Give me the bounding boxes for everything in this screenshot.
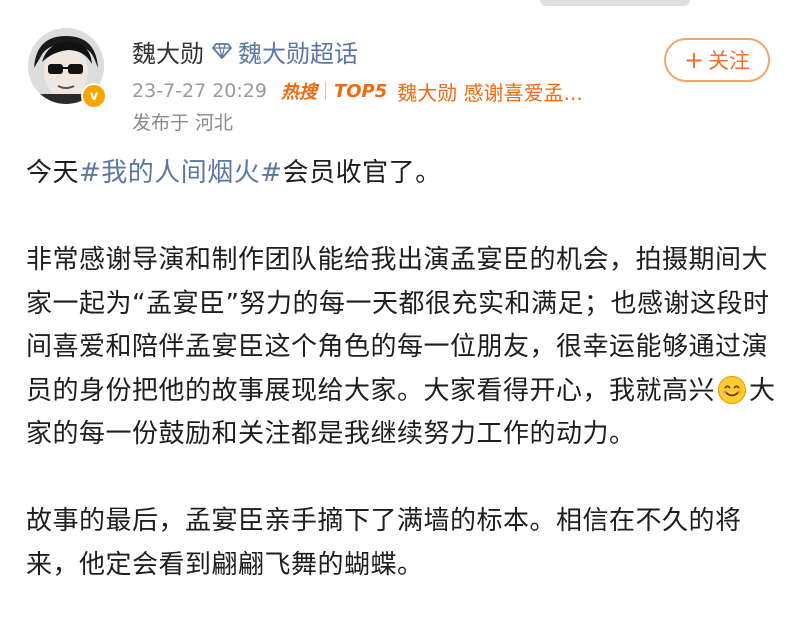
- plus-icon: +: [683, 46, 705, 74]
- paragraph-3: 故事的最后，孟宴臣亲手摘下了满墙的标本。相信在不久的将来，他定会看到翩翩飞舞的蝴…: [26, 506, 742, 580]
- hot-topic-link[interactable]: 魏大勋 感谢喜爱孟...: [397, 77, 582, 106]
- post-body: 今天#我的人间烟火#会员收官了。 非常感谢导演和制作团队能给我出演孟宴臣的机会，…: [26, 152, 776, 587]
- super-topic-link[interactable]: 魏大勋超话: [238, 34, 358, 69]
- top-rank-label[interactable]: TOP5: [334, 81, 387, 102]
- follow-button[interactable]: + 关注: [664, 38, 770, 82]
- paragraph-1-prefix: 今天: [26, 158, 80, 188]
- follow-label: 关注: [708, 49, 751, 73]
- hot-search-label[interactable]: 热搜: [281, 78, 317, 104]
- name-row: 魏大勋 魏大勋超话: [132, 34, 358, 68]
- paragraph-2: 非常感谢导演和制作团队能给我出演孟宴臣的机会，拍摄期间大家一起为“孟宴臣”努力的…: [26, 239, 776, 457]
- diamond-icon: [212, 42, 232, 60]
- meta-row: 23-7-27 20:29 热搜 TOP5 魏大勋 感谢喜爱孟...: [132, 76, 583, 106]
- smile-emoji-icon: [717, 375, 747, 405]
- top-scroll-fade: [540, 0, 690, 6]
- post-location: 发布于 河北: [132, 112, 234, 134]
- paragraph-2-text: 非常感谢导演和制作团队能给我出演孟宴臣的机会，拍摄期间大家一起为“孟宴臣”努力的…: [26, 245, 770, 406]
- post-header: v 魏大勋 魏大勋超话 23-7-27 20:29 热搜 TOP5 魏大勋 感谢…: [28, 28, 778, 138]
- post-timestamp: 23-7-27 20:29: [132, 80, 267, 102]
- verified-badge: v: [81, 83, 107, 109]
- paragraph-1-suffix: 会员收官了。: [282, 158, 442, 188]
- paragraph-1: 今天#我的人间烟火#会员收官了。: [26, 152, 776, 196]
- meta-divider: [324, 82, 326, 100]
- user-name[interactable]: 魏大勋: [132, 34, 204, 69]
- hashtag-link[interactable]: #我的人间烟火#: [79, 158, 283, 188]
